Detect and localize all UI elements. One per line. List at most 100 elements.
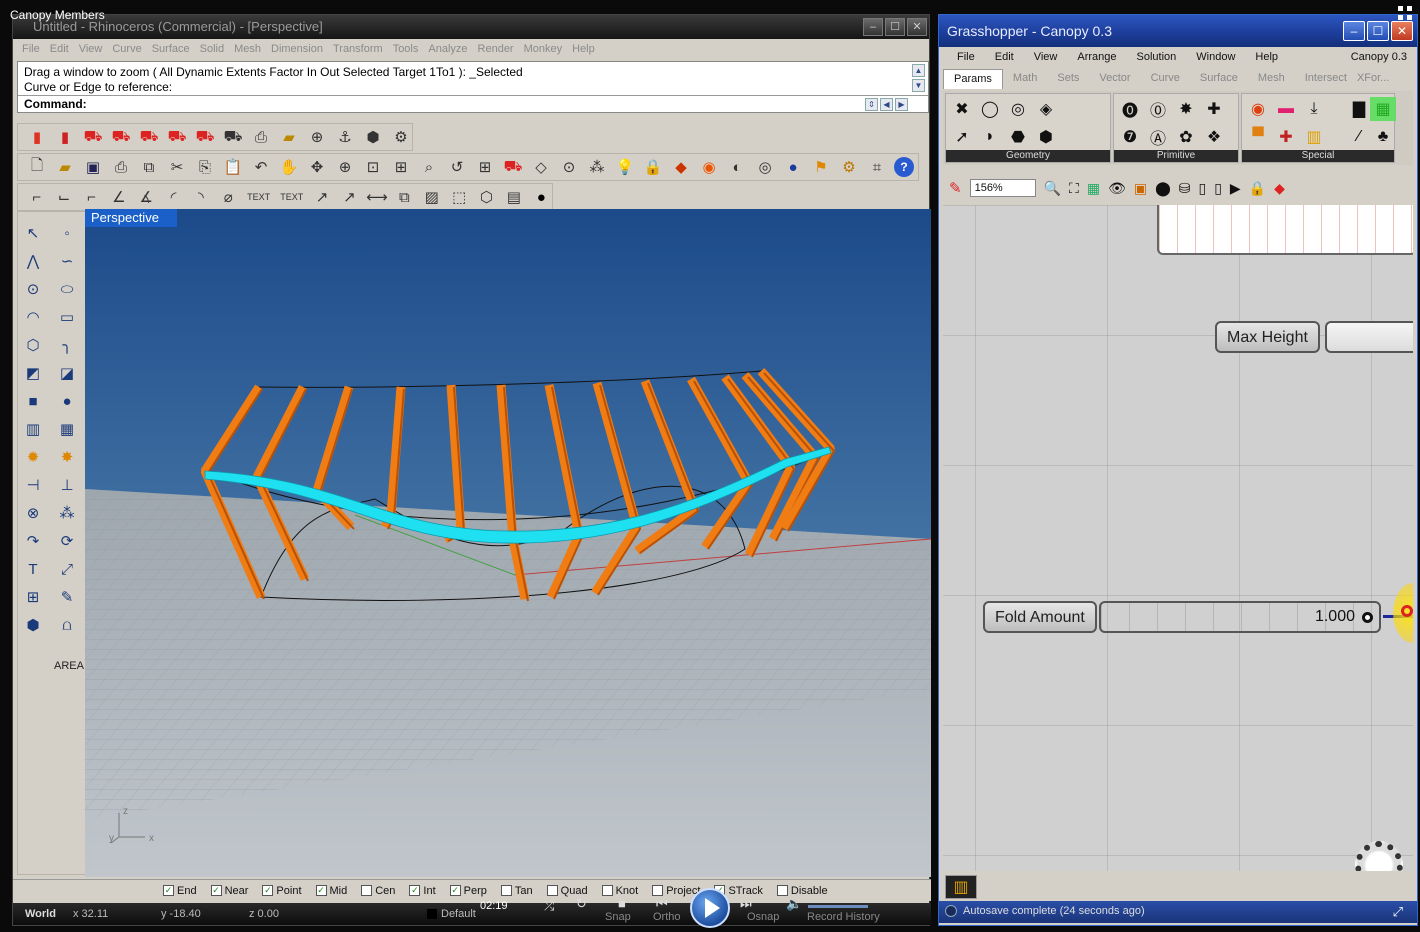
stop-icon[interactable]: ■ <box>618 896 626 911</box>
osnap-checkbox[interactable] <box>601 885 613 896</box>
make2d-icon[interactable]: ⧉ <box>394 186 415 208</box>
tab-params[interactable]: Params <box>943 69 1003 89</box>
select-points-icon[interactable]: ⁂ <box>586 156 608 178</box>
number-param-icon[interactable]: ⓿ <box>1117 97 1143 121</box>
osnap-checkbox[interactable] <box>361 885 373 896</box>
color-swatch-icon[interactable]: ◉ <box>1245 97 1271 121</box>
line-param-icon[interactable]: ➚ <box>949 125 975 149</box>
osnap-checkbox[interactable] <box>776 885 788 896</box>
slider-icon[interactable]: ▥ <box>1301 125 1327 149</box>
close-button[interactable]: ✕ <box>907 18 927 36</box>
gh-menu-view[interactable]: View <box>1034 51 1058 63</box>
leader-icon[interactable]: ↗ <box>339 186 360 208</box>
osnap-perp[interactable]: ✓ Perp <box>449 885 487 897</box>
light-bulb-icon[interactable]: 💡 <box>614 156 636 178</box>
record-history-toggle[interactable]: Record History <box>807 911 880 923</box>
osnap-toggle[interactable]: Osnap <box>747 911 779 923</box>
vector-param-icon[interactable]: ✚ <box>1201 97 1227 121</box>
cut-icon[interactable]: ✂ <box>166 156 188 178</box>
gh-menu-arrange[interactable]: Arrange <box>1077 51 1116 63</box>
loft-icon[interactable]: ◪ <box>54 362 80 384</box>
preview-eye-icon[interactable]: 👁 <box>1108 180 1126 197</box>
options-gear-icon[interactable]: ⚙ <box>838 156 860 178</box>
menu-analyze[interactable]: Analyze <box>423 41 472 59</box>
tab-mesh[interactable]: Mesh <box>1248 69 1295 89</box>
gh-menu-solution[interactable]: Solution <box>1137 51 1177 63</box>
box-edit-icon[interactable]: ⬡ <box>476 186 497 208</box>
gh-maximize-button[interactable]: ☐ <box>1367 21 1389 41</box>
geometry-param-icon[interactable]: ⬢ <box>1033 125 1059 149</box>
snap-icon[interactable]: ⊙ <box>558 156 580 178</box>
text-tool-icon[interactable]: TEXT <box>245 186 272 208</box>
zoom-extents-icon[interactable]: ⊞ <box>390 156 412 178</box>
maximize-button[interactable]: ☐ <box>885 18 905 36</box>
pan-hand-icon[interactable]: ✋ <box>278 156 300 178</box>
osnap-mid[interactable]: ✓ Mid <box>315 885 347 897</box>
gh-minimize-button[interactable]: – <box>1343 21 1365 41</box>
linear-dim-icon[interactable]: ⌐ <box>26 186 47 208</box>
osnap-near[interactable]: ✓ Near <box>210 885 248 897</box>
folder-icon[interactable]: ▰ <box>278 126 300 148</box>
osnap-end[interactable]: ✓ End <box>163 885 197 897</box>
osnap-checkbox[interactable]: ✓ <box>163 885 174 896</box>
gh-menu-edit[interactable]: Edit <box>995 51 1014 63</box>
block-icon[interactable]: ⬢ <box>20 614 46 636</box>
open-folder-icon[interactable]: ▰ <box>54 156 76 178</box>
slider-grip-icon[interactable] <box>1362 612 1373 623</box>
layer-icon[interactable]: ▮ <box>54 126 76 148</box>
render-icon[interactable]: ⚑ <box>810 156 832 178</box>
sphere-icon[interactable]: ● <box>54 390 80 412</box>
tab-math[interactable]: Math <box>1003 69 1047 89</box>
cplane-icon[interactable]: ◇ <box>530 156 552 178</box>
anchor-icon[interactable]: ⚓ <box>334 126 356 148</box>
save-icon[interactable]: ▣ <box>82 156 104 178</box>
zoom-icon[interactable]: 🔍 <box>1044 180 1061 197</box>
leader-icon[interactable]: ↗ <box>311 186 332 208</box>
gh-menu-window[interactable]: Window <box>1196 51 1235 63</box>
menu-tools[interactable]: Tools <box>388 41 424 59</box>
gradient-icon[interactable]: ▬ <box>1273 97 1299 121</box>
minimize-button[interactable]: – <box>863 18 883 36</box>
rendered-sphere-icon[interactable]: ● <box>782 156 804 178</box>
rotate-view-icon[interactable]: ✥ <box>306 156 328 178</box>
lock-solver-icon[interactable]: 🔒 <box>1249 180 1266 197</box>
dimension-icon[interactable]: ⟷ <box>366 186 388 208</box>
expand-icon[interactable]: ⤢ <box>1393 904 1403 920</box>
brush-icon[interactable]: ✎ <box>949 179 962 197</box>
group-icon[interactable]: ⁂ <box>54 502 80 524</box>
aligned-dim-icon[interactable]: ⌙ <box>53 186 74 208</box>
scribble-icon[interactable]: ⁄ <box>1346 125 1372 149</box>
ortho-toggle[interactable]: Ortho <box>653 911 681 923</box>
trim-icon[interactable]: ⊣ <box>20 474 46 496</box>
command-left-icon[interactable]: ◀ <box>880 98 893 111</box>
preview-box-icon[interactable]: ▣ <box>1134 180 1147 197</box>
scale-icon[interactable]: ⤢ <box>54 558 80 580</box>
menu-help[interactable]: Help <box>567 41 600 59</box>
osnap-checkbox[interactable]: ✓ <box>210 885 222 896</box>
point-icon[interactable]: ◦ <box>54 222 80 244</box>
tab-intersect[interactable]: Intersect <box>1295 69 1357 89</box>
car-wire-icon[interactable]: ⛟ <box>222 126 244 148</box>
bake-icon[interactable]: ◆ <box>1274 180 1285 197</box>
select-arrow-icon[interactable]: ↖ <box>20 222 46 244</box>
tab-curve[interactable]: Curve <box>1141 69 1190 89</box>
zoom-level-field[interactable]: 156% <box>969 179 1036 197</box>
car-icon[interactable]: ⛟ <box>502 156 524 178</box>
max-height-slider[interactable] <box>1325 321 1413 353</box>
zoom-window-icon[interactable]: ⊡ <box>362 156 384 178</box>
osnap-checkbox[interactable]: ✓ <box>409 885 421 896</box>
osnap-checkbox[interactable] <box>652 885 664 896</box>
sketch-icon[interactable]: ▦ <box>1370 97 1396 121</box>
shuffle-icon[interactable]: ⤮ <box>544 898 554 914</box>
panel-icon[interactable]: ▇ <box>1346 97 1372 121</box>
measure-icon[interactable]: ⩍ <box>54 614 80 636</box>
perspective-viewport[interactable]: z x y <box>85 209 931 877</box>
menu-solid[interactable]: Solid <box>195 41 229 59</box>
gh-close-button[interactable]: ✕ <box>1391 21 1413 41</box>
ellipse-icon[interactable]: ⬭ <box>54 278 80 300</box>
mesh-icon[interactable]: ▦ <box>54 418 80 440</box>
menu-edit[interactable]: Edit <box>45 41 74 59</box>
domain-param-icon[interactable]: ✸ <box>1173 97 1199 121</box>
undo-view-icon[interactable]: ↺ <box>446 156 468 178</box>
table-icon[interactable]: ▤ <box>503 186 524 208</box>
